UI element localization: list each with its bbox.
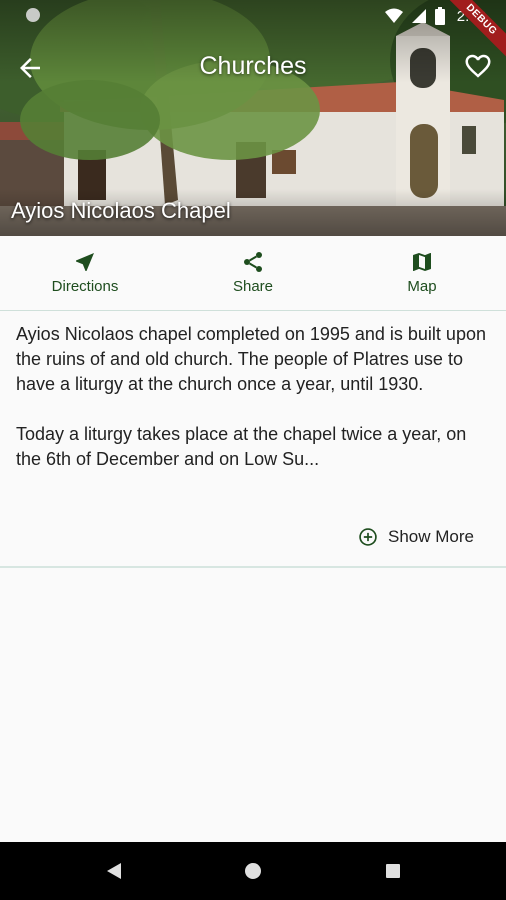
map-icon bbox=[413, 253, 431, 271]
place-name: Ayios Nicolaos Chapel bbox=[11, 198, 231, 223]
description: Ayios Nicolaos chapel completed on 1995 … bbox=[16, 322, 492, 497]
wifi-icon bbox=[384, 8, 403, 23]
share-button[interactable]: Share bbox=[188, 250, 318, 302]
map-label: Map bbox=[407, 278, 437, 295]
system-back-button[interactable] bbox=[102, 859, 126, 883]
home-circle-icon bbox=[245, 863, 261, 879]
show-more-label: Show More bbox=[388, 527, 474, 546]
share-label: Share bbox=[232, 278, 274, 295]
show-more-button[interactable]: Show More bbox=[358, 524, 474, 550]
signal-icon bbox=[411, 9, 426, 23]
battery-icon bbox=[434, 7, 445, 25]
favorite-button[interactable] bbox=[460, 48, 496, 84]
recents-square-icon bbox=[386, 864, 400, 878]
back-triangle-icon bbox=[107, 863, 121, 879]
add-circle-outline-icon bbox=[359, 528, 377, 546]
divider bbox=[0, 566, 506, 568]
heart-outline-icon bbox=[465, 54, 491, 78]
system-home-button[interactable] bbox=[241, 859, 265, 883]
description-paragraph: Today a liturgy takes place at the chape… bbox=[16, 424, 467, 469]
hero-image: 2:50 DEBUG Churches Ayios Nicolaos Chape… bbox=[0, 0, 506, 236]
map-button[interactable]: Map bbox=[357, 250, 487, 302]
directions-button[interactable]: Directions bbox=[20, 250, 150, 302]
system-recents-button[interactable] bbox=[381, 859, 405, 883]
directions-label: Directions bbox=[51, 278, 119, 295]
page-title: Churches bbox=[199, 52, 307, 80]
system-nav-bar bbox=[0, 842, 506, 900]
action-row: Directions Share Map bbox=[0, 236, 506, 311]
share-icon bbox=[244, 252, 262, 272]
notification-dot-icon bbox=[26, 8, 40, 22]
navigation-arrow-icon bbox=[76, 253, 94, 271]
screen: 2:50 DEBUG Churches Ayios Nicolaos Chape… bbox=[0, 0, 506, 900]
status-bar: 2:50 DEBUG bbox=[0, 0, 506, 65]
app-bar: Churches bbox=[0, 40, 506, 92]
description-paragraph: Ayios Nicolaos chapel completed on 1995 … bbox=[16, 324, 486, 394]
